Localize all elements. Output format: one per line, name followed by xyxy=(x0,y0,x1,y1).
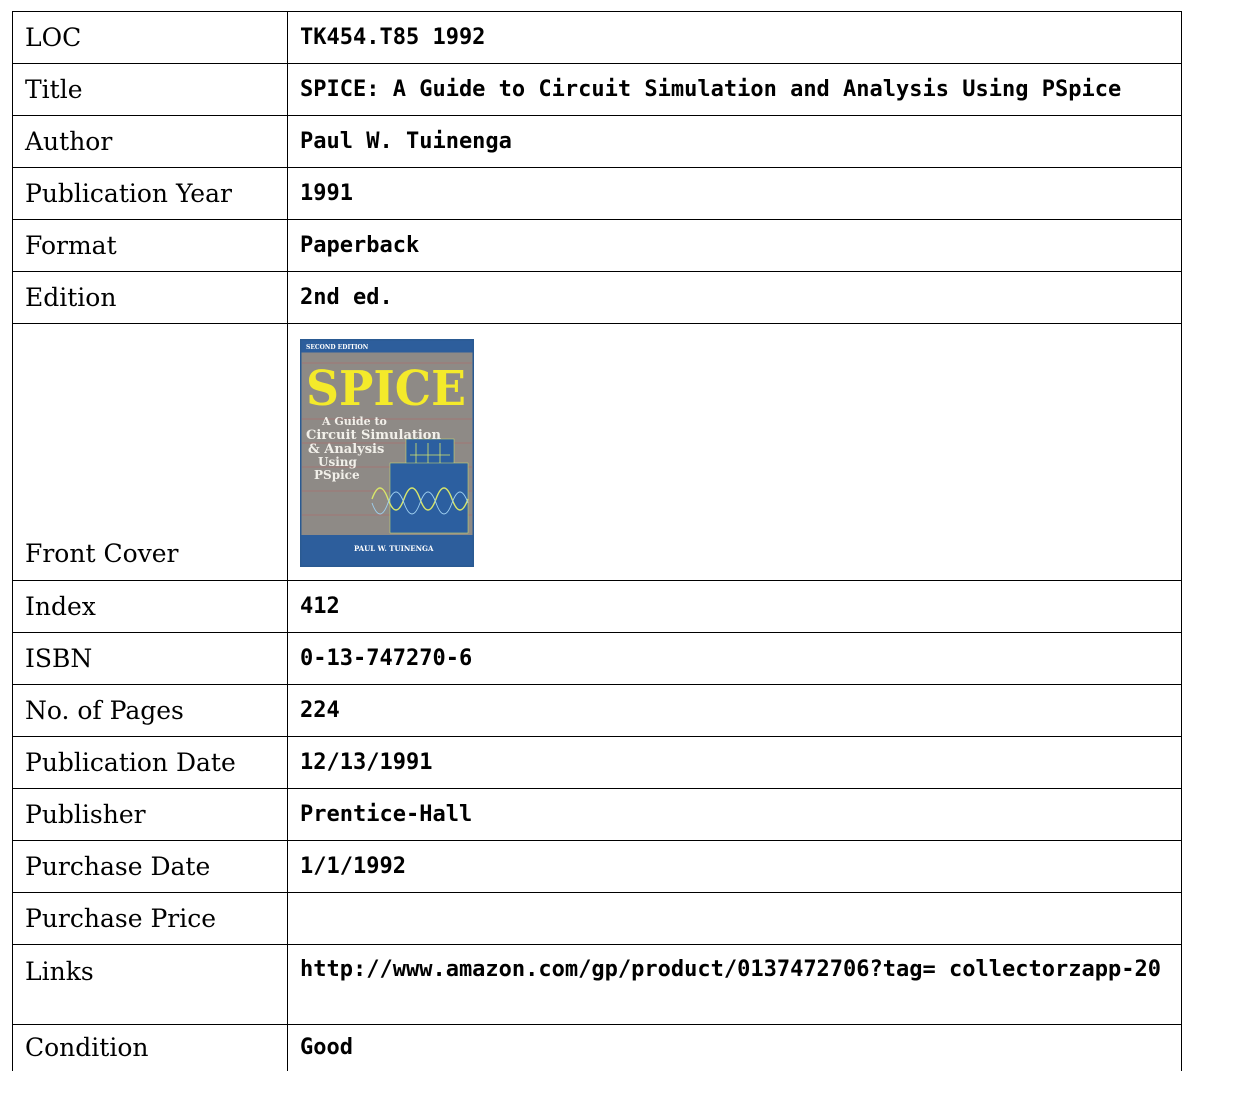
row-isbn: ISBN 0-13-747270-6 xyxy=(12,632,1182,685)
purchase-date-label: Purchase Date xyxy=(12,840,288,893)
row-edition: Edition 2nd ed. xyxy=(12,271,1182,324)
condition-value: Good xyxy=(287,1024,1182,1071)
condition-label: Condition xyxy=(12,1024,288,1071)
format-value: Paperback xyxy=(287,219,1182,272)
row-title: Title SPICE: A Guide to Circuit Simulati… xyxy=(12,63,1182,116)
links-label: Links xyxy=(12,944,288,1025)
row-links: Links http://www.amazon.com/gp/product/0… xyxy=(12,944,1182,1025)
purchase-date-value: 1/1/1992 xyxy=(287,840,1182,893)
row-format: Format Paperback xyxy=(12,219,1182,272)
edition-value: 2nd ed. xyxy=(287,271,1182,324)
loc-value: TK454.T85 1992 xyxy=(287,11,1182,64)
front-cover-label: Front Cover xyxy=(12,323,288,581)
edition-label: Edition xyxy=(12,271,288,324)
cover-subtitle-line-5: PSpice xyxy=(314,468,360,482)
row-publication-year: Publication Year 1991 xyxy=(12,167,1182,220)
links-value: http://www.amazon.com/gp/product/0137472… xyxy=(287,944,1182,1025)
publication-date-label: Publication Date xyxy=(12,736,288,789)
title-value: SPICE: A Guide to Circuit Simulation and… xyxy=(287,63,1182,116)
row-front-cover: Front Cover SECOND EDITION SPICE A Guide… xyxy=(12,323,1182,581)
author-label: Author xyxy=(12,115,288,168)
row-purchase-price: Purchase Price xyxy=(12,892,1182,945)
cover-big-title: SPICE xyxy=(306,361,466,417)
no-of-pages-label: No. of Pages xyxy=(12,684,288,737)
publisher-value: Prentice-Hall xyxy=(287,788,1182,841)
book-details-sheet: LOC TK454.T85 1992 Title SPICE: A Guide … xyxy=(12,11,1182,1071)
row-publication-date: Publication Date 12/13/1991 xyxy=(12,736,1182,789)
row-no-of-pages: No. of Pages 224 xyxy=(12,684,1182,737)
front-cover-image: SECOND EDITION SPICE A Guide to Circuit … xyxy=(300,339,474,567)
loc-label: LOC xyxy=(12,11,288,64)
row-condition: Condition Good xyxy=(12,1024,1182,1071)
cover-subtitle-line-2: Circuit Simulation xyxy=(306,428,441,443)
author-value: Paul W. Tuinenga xyxy=(287,115,1182,168)
row-purchase-date: Purchase Date 1/1/1992 xyxy=(12,840,1182,893)
index-label: Index xyxy=(12,580,288,633)
cover-edition-text: SECOND EDITION xyxy=(306,344,369,351)
row-publisher: Publisher Prentice-Hall xyxy=(12,788,1182,841)
book-details-table: LOC TK454.T85 1992 Title SPICE: A Guide … xyxy=(12,11,1182,1071)
publication-date-value: 12/13/1991 xyxy=(287,736,1182,789)
title-label: Title xyxy=(12,63,288,116)
row-index: Index 412 xyxy=(12,580,1182,633)
cover-subtitle-line-1: A Guide to xyxy=(321,415,387,428)
isbn-label: ISBN xyxy=(12,632,288,685)
purchase-price-value xyxy=(287,892,1182,945)
cover-subtitle-line-4: Using xyxy=(318,455,358,469)
isbn-value: 0-13-747270-6 xyxy=(287,632,1182,685)
row-author: Author Paul W. Tuinenga xyxy=(12,115,1182,168)
row-loc: LOC TK454.T85 1992 xyxy=(12,11,1182,64)
no-of-pages-value: 224 xyxy=(287,684,1182,737)
format-label: Format xyxy=(12,219,288,272)
purchase-price-label: Purchase Price xyxy=(12,892,288,945)
publication-year-label: Publication Year xyxy=(12,167,288,220)
front-cover-cell: SECOND EDITION SPICE A Guide to Circuit … xyxy=(287,323,1182,581)
publication-year-value: 1991 xyxy=(287,167,1182,220)
index-value: 412 xyxy=(287,580,1182,633)
cover-author-text: PAUL W. TUINENGA xyxy=(354,544,434,553)
publisher-label: Publisher xyxy=(12,788,288,841)
